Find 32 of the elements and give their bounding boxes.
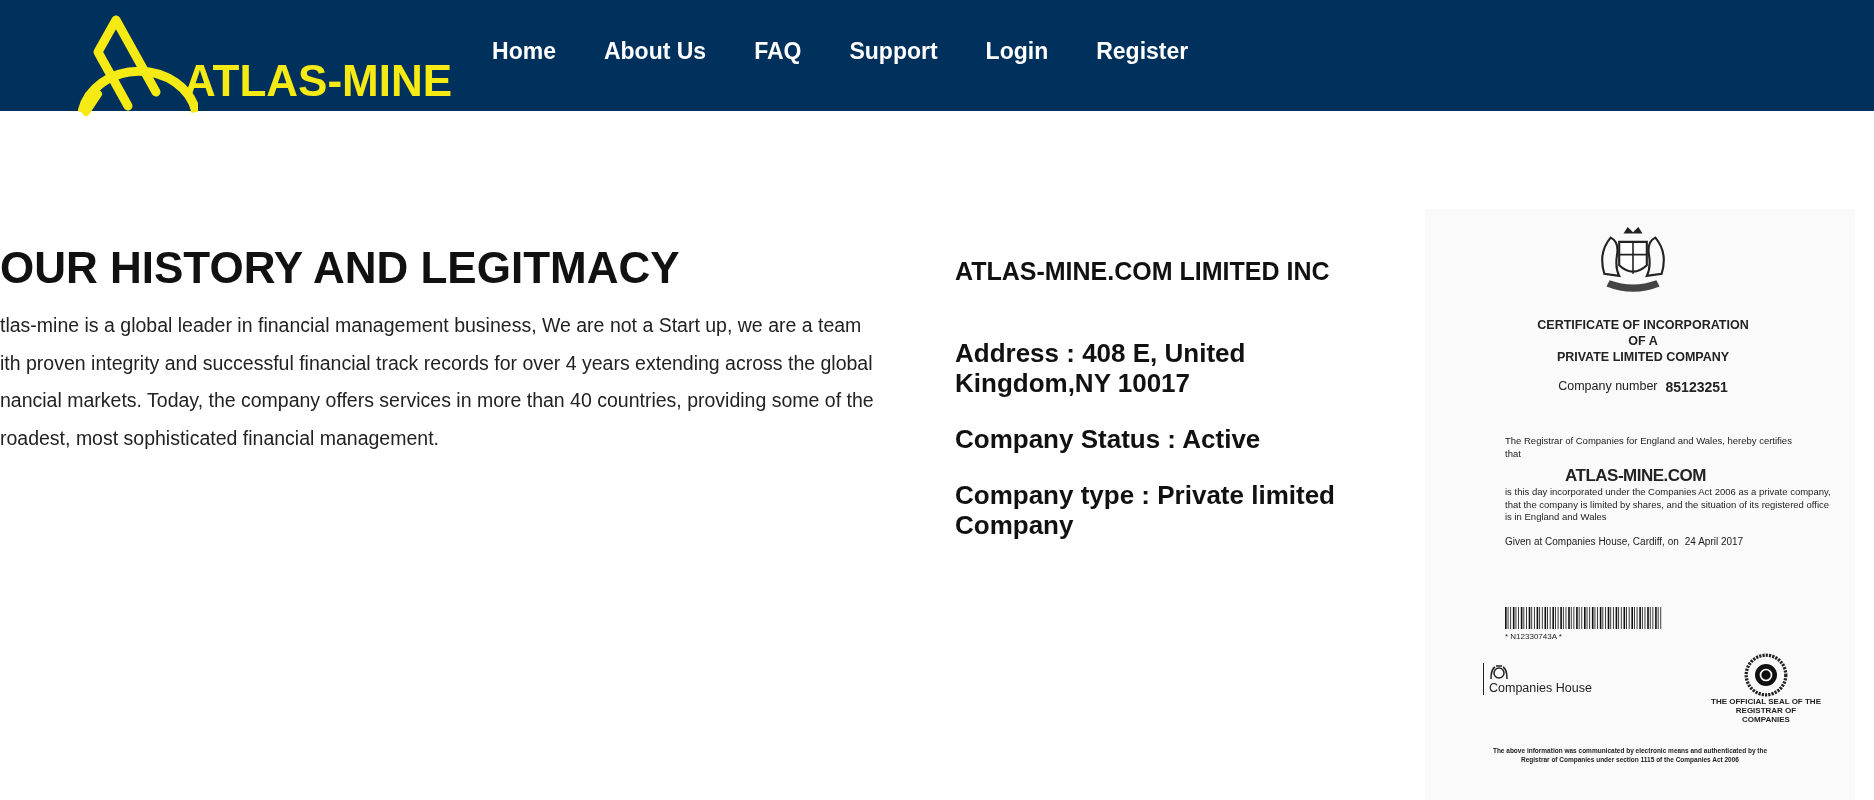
certificate-text: is this day incorporated under the Companies Act 2006 as a private company, that the company is limited by shares, and the situation of its registered office is in England and Wales [1504,486,1832,524]
company-fact: Company Status : Active [955,424,1262,454]
paragraph-line: tlas-mine is a global leader in financial management business, We are not a Start up, we are a team [0,313,863,338]
certificate-title: OF A [1628,333,1658,349]
certificate-title: CERTIFICATE OF INCORPORATION [1537,317,1749,333]
seal-icon [1744,652,1788,697]
paragraph-line: nancial markets. Today, the company offers services in more than 40 countries, providing some of the [0,388,875,413]
paragraph-line: ith proven integrity and successful financial track records for over 4 years extending across the global [0,350,874,376]
nav-link[interactable]: Support [849,38,938,65]
nav-link[interactable]: FAQ [754,38,802,65]
company-fact: Address : 408 E, United Kingdom,NY 10017 [955,338,1247,398]
companies-house-name: Companies House [1489,680,1592,695]
nav-link[interactable]: Login [985,38,1049,65]
certificate-text: The Registrar of Companies for England and Wales, hereby certifies that [1504,435,1793,460]
nav-link[interactable]: Home [492,38,556,65]
nav-link[interactable]: Register [1096,38,1189,65]
certificate-title: PRIVATE LIMITED COMPANY [1556,349,1730,365]
crest-icon [1489,662,1509,681]
certificate-text: Given at Companies House, Cardiff, on [1505,535,1679,547]
company-number: 85123251 [1665,379,1728,395]
section-title: OUR HISTORY AND LEGITMACY [0,243,681,293]
certificate-date: 24 April 2017 [1684,535,1744,547]
number-label: Company number [1558,379,1658,395]
seal-caption: THE OFFICIAL SEAL OF THE REGISTRAR OF COMPANIES [1711,696,1821,724]
paragraph-line: roadest, most sophisticated financial management. [0,425,440,451]
nav-link[interactable]: About Us [603,38,707,65]
barcode-number: * N12330743A * [1505,631,1563,641]
certificate-company-name: ATLAS-MINE.COM [1565,466,1707,486]
barcode-icon [1505,606,1663,629]
company-fact: Company type : Private limited Company [955,480,1336,540]
logo-text: ATLAS-MINE [184,56,453,106]
company-name: ATLAS-MINE.COM LIMITED INC [955,257,1331,286]
